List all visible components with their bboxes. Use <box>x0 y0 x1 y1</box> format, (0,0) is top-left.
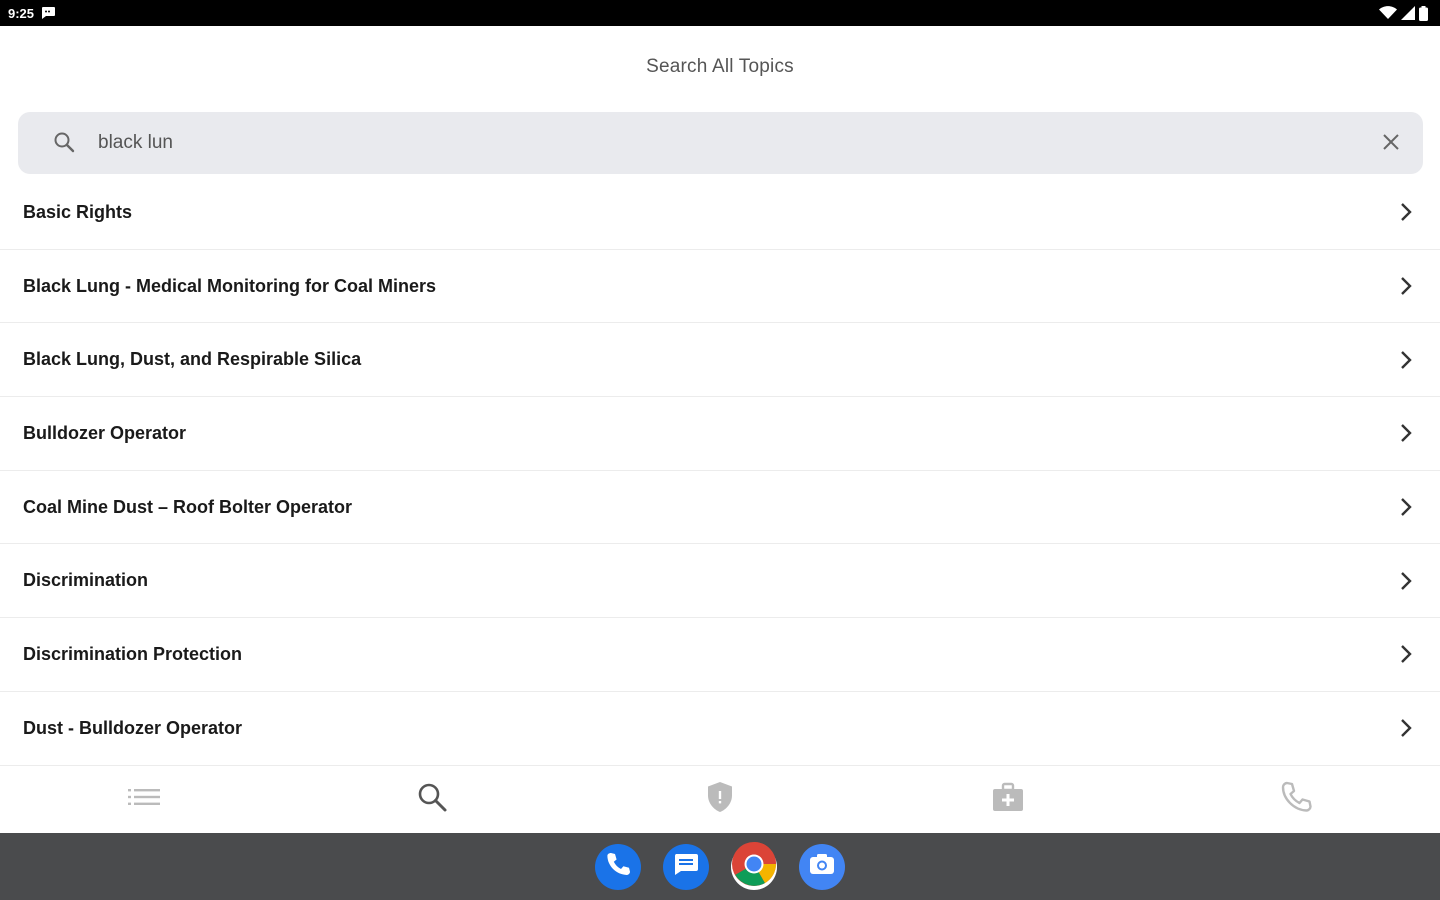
chevron-right-icon <box>1394 348 1418 372</box>
page-title: Search All Topics <box>646 56 794 77</box>
search-icon <box>416 781 448 818</box>
status-time: 9:25 <box>8 5 35 21</box>
search-box[interactable] <box>18 112 1423 174</box>
list-item-black-lung-medical-monitoring[interactable]: Black Lung - Medical Monitoring for Coal… <box>0 250 1440 324</box>
list-item-dust-bulldozer-operator[interactable]: Dust - Bulldozer Operator <box>0 692 1440 766</box>
medical-kit-icon <box>992 782 1024 817</box>
tab-topics[interactable] <box>0 766 288 833</box>
list-item-coal-mine-dust-roof-bolter[interactable]: Coal Mine Dust – Roof Bolter Operator <box>0 471 1440 545</box>
bottom-tab-bar <box>0 766 1440 833</box>
list-item-bulldozer-operator[interactable]: Bulldozer Operator <box>0 397 1440 471</box>
wifi-icon <box>1379 6 1397 20</box>
phone-icon <box>1280 781 1312 818</box>
battery-icon <box>1419 5 1428 21</box>
results-list: Basic Rights Black Lung - Medical Monito… <box>0 176 1440 766</box>
status-left: 9:25 <box>8 6 56 21</box>
list-item-label: Coal Mine Dust – Roof Bolter Operator <box>23 496 353 517</box>
list-item-label: Dust - Bulldozer Operator <box>23 717 243 738</box>
phone-app-icon <box>605 851 631 882</box>
tab-contact[interactable] <box>1152 766 1440 833</box>
list-icon <box>127 785 161 814</box>
close-icon <box>1381 132 1401 155</box>
chat-notification-icon <box>40 6 56 20</box>
clear-search-button[interactable] <box>1371 123 1411 163</box>
dock-chrome-app[interactable] <box>731 841 777 892</box>
search-input[interactable] <box>98 123 1371 163</box>
list-item-label: Discrimination <box>23 570 149 591</box>
shield-icon <box>706 781 734 818</box>
list-item-basic-rights[interactable]: Basic Rights <box>0 176 1440 250</box>
chevron-right-icon <box>1394 569 1418 593</box>
signal-icon <box>1401 6 1415 20</box>
chevron-right-icon <box>1394 495 1418 519</box>
list-item-discrimination-protection[interactable]: Discrimination Protection <box>0 618 1440 692</box>
chevron-right-icon <box>1394 274 1418 298</box>
system-dock <box>0 833 1440 900</box>
chrome-app-icon <box>731 841 777 892</box>
dock-phone-app[interactable] <box>595 843 641 890</box>
list-item-black-lung-dust-silica[interactable]: Black Lung, Dust, and Respirable Silica <box>0 323 1440 398</box>
app-screen: Search All Topics Basic Rights Black Lun… <box>0 26 1440 833</box>
messages-app-icon <box>672 851 700 882</box>
search-icon <box>52 130 78 156</box>
tab-health[interactable] <box>864 766 1152 833</box>
tab-search[interactable] <box>288 766 576 833</box>
chevron-right-icon <box>1394 200 1418 224</box>
list-item-label: Black Lung, Dust, and Respirable Silica <box>23 349 362 370</box>
list-item-label: Bulldozer Operator <box>23 422 187 443</box>
chevron-right-icon <box>1394 716 1418 740</box>
status-right <box>1379 5 1428 21</box>
chevron-right-icon <box>1394 421 1418 445</box>
dock-messages-app[interactable] <box>663 843 709 890</box>
status-bar: 9:25 <box>0 0 1440 26</box>
dock-camera-app[interactable] <box>799 843 845 890</box>
list-item-label: Basic Rights <box>23 201 133 222</box>
list-item-discrimination[interactable]: Discrimination <box>0 544 1440 619</box>
tab-rights[interactable] <box>576 766 864 833</box>
camera-app-icon <box>808 852 836 881</box>
chevron-right-icon <box>1394 642 1418 666</box>
list-item-label: Discrimination Protection <box>23 643 243 664</box>
list-item-label: Black Lung - Medical Monitoring for Coal… <box>23 275 437 296</box>
